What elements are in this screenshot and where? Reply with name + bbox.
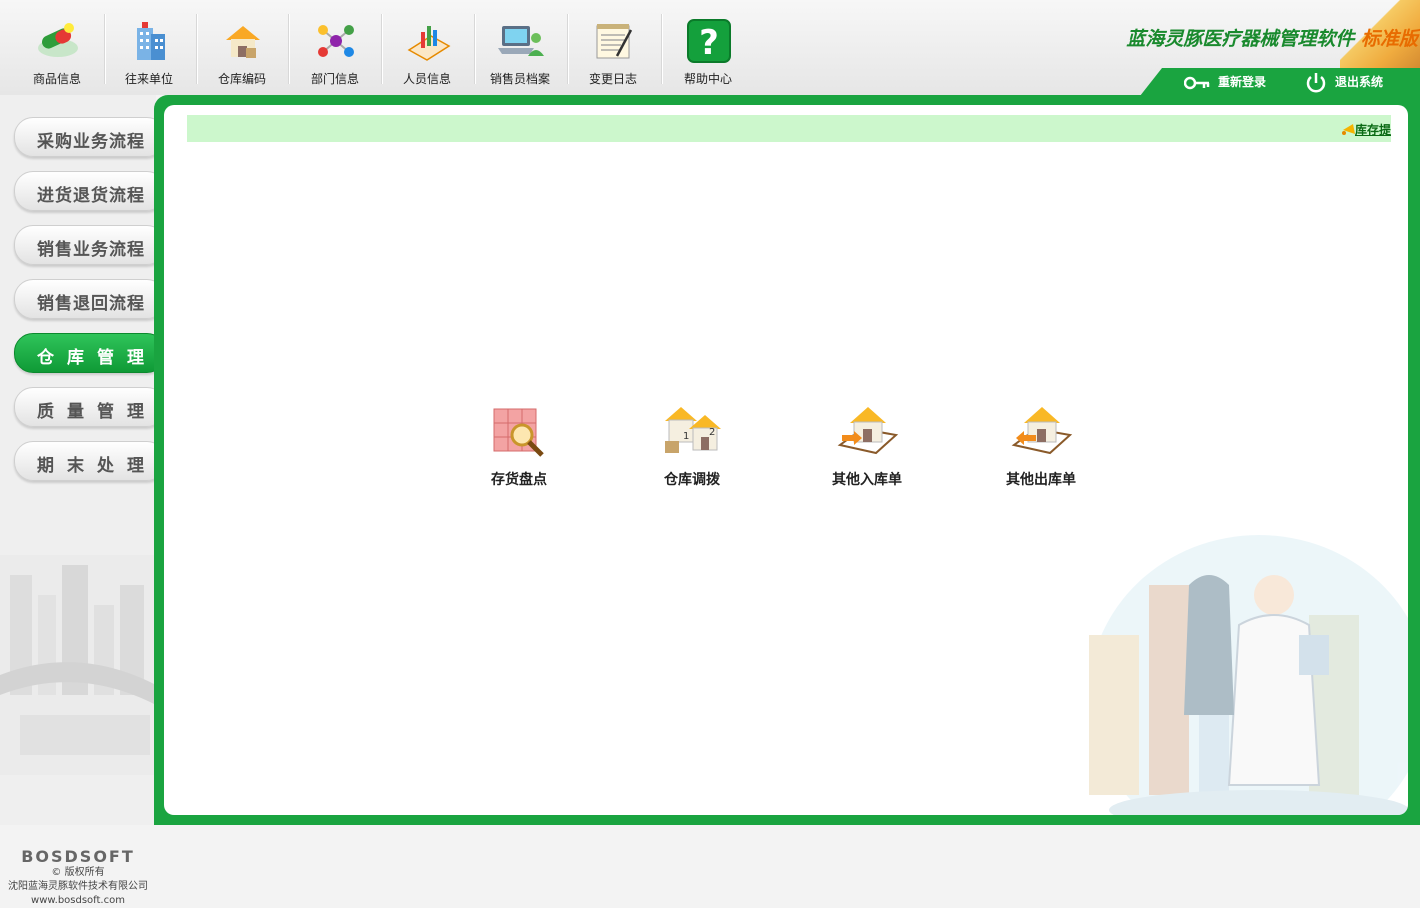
toolbar-label: 商品信息 [32, 72, 81, 86]
relogin-label: 重新登录 [1218, 75, 1267, 89]
svg-text:?: ? [699, 23, 719, 63]
building-icon [137, 22, 165, 60]
svg-text:2: 2 [709, 427, 715, 438]
svg-text:1: 1 [683, 431, 689, 442]
toolbar-label: 往来单位 [124, 72, 173, 86]
toolbar-label: 变更日志 [588, 72, 637, 86]
exit-button[interactable]: 退出系统 [1305, 68, 1383, 96]
sidebar: 采购业务流程 进货退货流程 销售业务流程 销售退回流程 仓库管理 质量管理 期末… [0, 95, 166, 906]
sidebar-item-label: 销售业务流程 [37, 240, 145, 260]
toolbar-label: 销售员档案 [489, 72, 550, 86]
sidebar-item-label: 进货退货流程 [37, 186, 145, 206]
city-illustration [0, 555, 156, 775]
sidebar-item-purchase-flow[interactable]: 采购业务流程 [14, 117, 166, 157]
sidebar-item-label: 采购业务流程 [37, 132, 145, 152]
function-label: 其他入库单 [832, 472, 902, 488]
function-label: 存货盘点 [491, 472, 547, 488]
main-frame: 库存提 存货盘点 12 仓库调拨 其他入库单 其他出库单 [154, 95, 1420, 825]
company-footer: BOSDSOFT © 版权所有 沈阳蓝海灵豚软件技术有限公司 www.bosds… [0, 847, 156, 908]
warehouse-icon [226, 26, 260, 58]
sidebar-item-label: 期末处理 [37, 456, 157, 476]
toolbar-item-sales-staff[interactable]: 销售员档案 [474, 10, 566, 90]
warehouse-transfer-icon: 12 [665, 407, 721, 453]
warehouse-in-icon [837, 407, 899, 455]
stocktake-button[interactable]: 存货盘点 [464, 395, 574, 495]
sidebar-item-sales-flow[interactable]: 销售业务流程 [14, 225, 166, 265]
sidebar-item-sales-return[interactable]: 销售退回流程 [14, 279, 166, 319]
relogin-button[interactable]: 重新登录 [1184, 68, 1266, 96]
function-label: 其他出库单 [1006, 472, 1076, 488]
chart-icon [407, 26, 451, 61]
toolbar-item-department[interactable]: 部门信息 [289, 10, 381, 90]
sidebar-item-warehouse[interactable]: 仓库管理 [14, 333, 166, 373]
exit-label: 退出系统 [1335, 75, 1384, 89]
power-icon [1306, 72, 1326, 92]
toolbar-label: 人员信息 [402, 72, 451, 86]
company-logo: BOSDSOFT [21, 847, 135, 866]
pill-icon [38, 23, 78, 57]
doctor-illustration [1089, 535, 1408, 815]
app-title: 蓝海灵豚医疗器械管理软件 标准版 [1126, 24, 1418, 51]
function-label: 仓库调拨 [664, 472, 720, 488]
sidebar-item-period-end[interactable]: 期末处理 [14, 441, 166, 481]
molecule-icon [318, 25, 354, 57]
toolbar-item-product-info[interactable]: 商品信息 [11, 10, 103, 90]
copyright-text: © 版权所有 [51, 867, 105, 878]
help-icon: ? [687, 19, 731, 63]
company-name: 沈阳蓝海灵豚软件技术有限公司 [8, 881, 148, 892]
content-panel: 库存提 存货盘点 12 仓库调拨 其他入库单 其他出库单 [164, 105, 1408, 815]
notice-bar: 库存提 [187, 115, 1391, 142]
toolbar-item-staff[interactable]: 人员信息 [381, 10, 473, 90]
other-warehouse-in-button[interactable]: 其他入库单 [812, 395, 922, 495]
laptop-user-icon [498, 26, 544, 56]
app-title-text: 蓝海灵豚医疗器械管理软件 [1126, 28, 1355, 50]
toolbar-label: 仓库编码 [217, 72, 266, 86]
brand-banner: 蓝海灵豚医疗器械管理软件 标准版 [1120, 0, 1420, 68]
toolbar-label: 帮助中心 [683, 72, 732, 86]
sidebar-item-purchase-return[interactable]: 进货退货流程 [14, 171, 166, 211]
edition-label: 标准版 [1360, 28, 1418, 50]
sidebar-item-label: 销售退回流程 [37, 294, 145, 314]
other-warehouse-out-button[interactable]: 其他出库单 [986, 395, 1096, 495]
toolbar-item-help[interactable]: ? 帮助中心 [662, 10, 754, 90]
stock-alert-link[interactable]: 库存提 [1355, 121, 1391, 138]
sidebar-item-label: 质量管理 [37, 402, 157, 422]
company-url[interactable]: www.bosdsoft.com [0, 894, 156, 908]
toolbar-item-warehouse-code[interactable]: 仓库编码 [196, 10, 288, 90]
stocktake-icon [493, 408, 544, 457]
warehouse-transfer-button[interactable]: 12 仓库调拨 [637, 395, 747, 495]
key-icon [1184, 76, 1210, 89]
toolbar-item-partners[interactable]: 往来单位 [103, 10, 195, 90]
warehouse-out-icon [1011, 407, 1073, 455]
sidebar-item-quality[interactable]: 质量管理 [14, 387, 166, 427]
toolbar-label: 部门信息 [310, 72, 359, 86]
notepad-icon [596, 24, 633, 59]
sidebar-item-label: 仓库管理 [37, 348, 157, 368]
toolbar-item-change-log[interactable]: 变更日志 [567, 10, 659, 90]
